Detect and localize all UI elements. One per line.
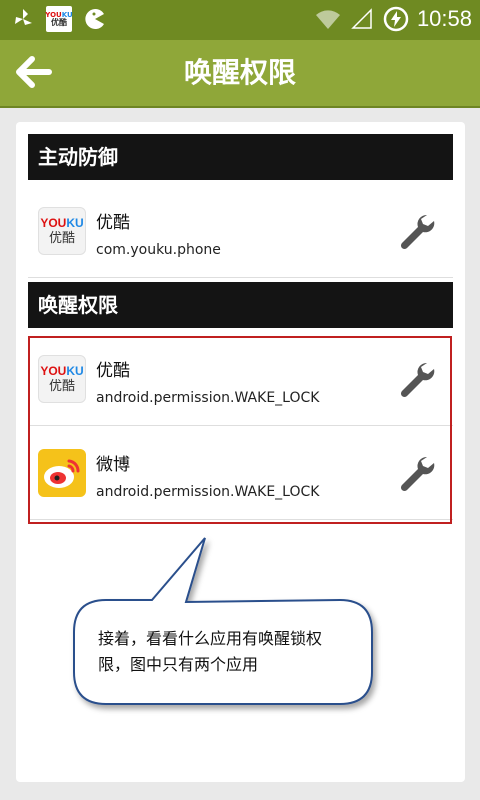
- app-name: 微博: [96, 455, 130, 475]
- clock: 10:58: [416, 6, 472, 31]
- status-bar: YOUKU 优酷 10:58: [0, 0, 480, 40]
- system-icons: 10:58: [315, 6, 472, 32]
- app-package: com.youku.phone: [96, 242, 221, 258]
- page-title: 唤醒权限: [183, 56, 296, 89]
- notification-icons: YOUKU 优酷: [10, 6, 108, 32]
- pinwheel-icon: [10, 6, 36, 32]
- weibo-app-icon: [38, 449, 86, 497]
- wrench-icon[interactable]: [397, 454, 435, 492]
- youku-logo-text-cn: 优酷: [48, 231, 75, 246]
- watermark: Baidu经验: [352, 757, 458, 782]
- section-header-wake-lock: 唤醒权限: [28, 282, 453, 328]
- youku-logo-text-red: YOU: [40, 364, 67, 378]
- cell-signal-icon: [349, 6, 375, 32]
- wrench-icon[interactable]: [397, 360, 435, 398]
- app-row-youku-wakelock[interactable]: YOUKU 优酷 优酷 android.permission.WAKE_LOCK: [28, 332, 453, 426]
- wrench-icon[interactable]: [397, 212, 435, 250]
- app-row-weibo-wakelock[interactable]: 微博 android.permission.WAKE_LOCK: [28, 426, 453, 520]
- permissions-card: 主动防御 YOUKU 优酷 优酷 com.youku.phone 唤醒权限 YO…: [16, 122, 465, 782]
- app-row-youku-defense[interactable]: YOUKU 优酷 优酷 com.youku.phone: [28, 184, 453, 278]
- app-package: android.permission.WAKE_LOCK: [96, 484, 320, 500]
- youku-logo-text-blue: KU: [66, 216, 84, 230]
- section-header-active-defense: 主动防御: [28, 134, 453, 180]
- app-package: android.permission.WAKE_LOCK: [96, 390, 320, 406]
- wifi-icon: [315, 6, 341, 32]
- youku-app-icon: YOUKU 优酷: [38, 207, 86, 255]
- callout-text: 接着，看看什么应用有唤醒锁权限，图中只有两个应用: [98, 629, 323, 674]
- pacman-icon: [82, 6, 108, 32]
- youku-logo-text-cn: 优酷: [51, 17, 67, 27]
- youku-logo-text-cn: 优酷: [48, 379, 75, 394]
- back-arrow-icon: [16, 56, 52, 88]
- youku-logo-text-red: YOU: [40, 216, 67, 230]
- youku-notification-icon: YOUKU 优酷: [45, 6, 73, 32]
- youku-logo-text-blue: KU: [66, 364, 84, 378]
- youku-app-icon: YOUKU 优酷: [38, 355, 86, 403]
- app-bar: 唤醒权限: [0, 40, 480, 108]
- back-button[interactable]: [12, 50, 56, 94]
- app-name: 优酷: [96, 213, 130, 233]
- app-name: 优酷: [96, 361, 130, 381]
- battery-charging-icon: [383, 6, 409, 32]
